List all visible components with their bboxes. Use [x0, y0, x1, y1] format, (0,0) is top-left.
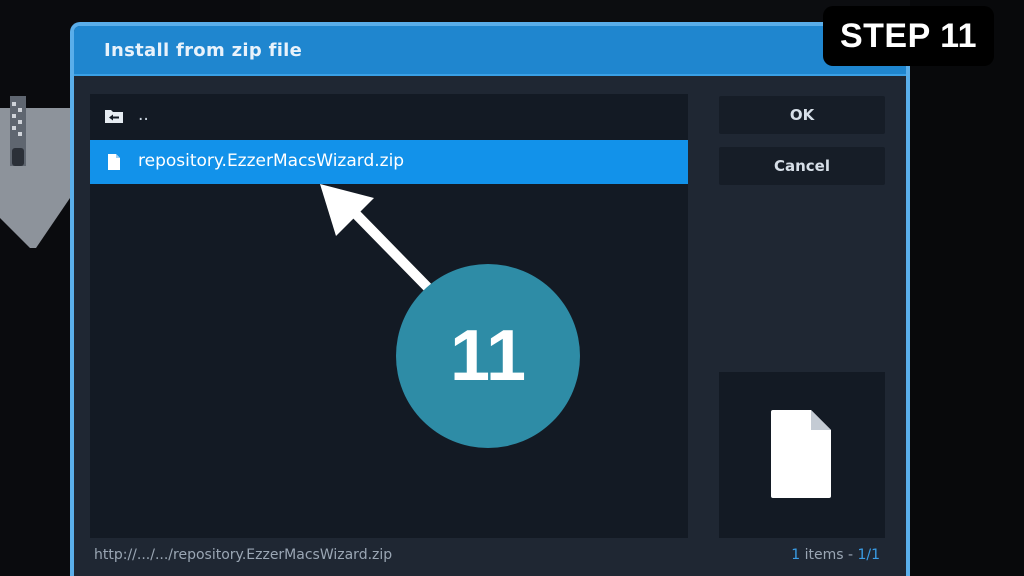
zip-art-background: [0, 96, 70, 248]
background-right: [910, 0, 1024, 576]
page-indicator: 1/1: [857, 547, 880, 563]
file-list: .. repository.EzzerMacsWizard.zip: [90, 94, 688, 538]
status-path: http://.../.../repository.EzzerMacsWizar…: [94, 547, 393, 563]
dialog-title: Install from zip file: [104, 40, 303, 61]
dialog-titlebar: Install from zip file: [74, 26, 906, 76]
folder-back-icon: [105, 110, 123, 123]
step-badge: STEP 11: [823, 6, 994, 66]
file-preview-icon: [771, 410, 831, 498]
step-number-circle: 11: [396, 264, 580, 448]
list-item-label: ..: [138, 105, 149, 125]
cancel-button[interactable]: Cancel: [719, 147, 885, 185]
status-item-count: 1 items - 1/1: [791, 547, 880, 563]
file-icon: [108, 154, 120, 170]
list-item-parent-folder[interactable]: ..: [90, 94, 688, 138]
list-item-zip-file[interactable]: repository.EzzerMacsWizard.zip: [90, 140, 688, 184]
list-item-label: repository.EzzerMacsWizard.zip: [138, 151, 405, 171]
file-preview: [719, 372, 885, 538]
ok-button[interactable]: OK: [719, 96, 885, 134]
item-count-suffix: items -: [800, 547, 858, 563]
item-count-number: 1: [791, 547, 801, 563]
